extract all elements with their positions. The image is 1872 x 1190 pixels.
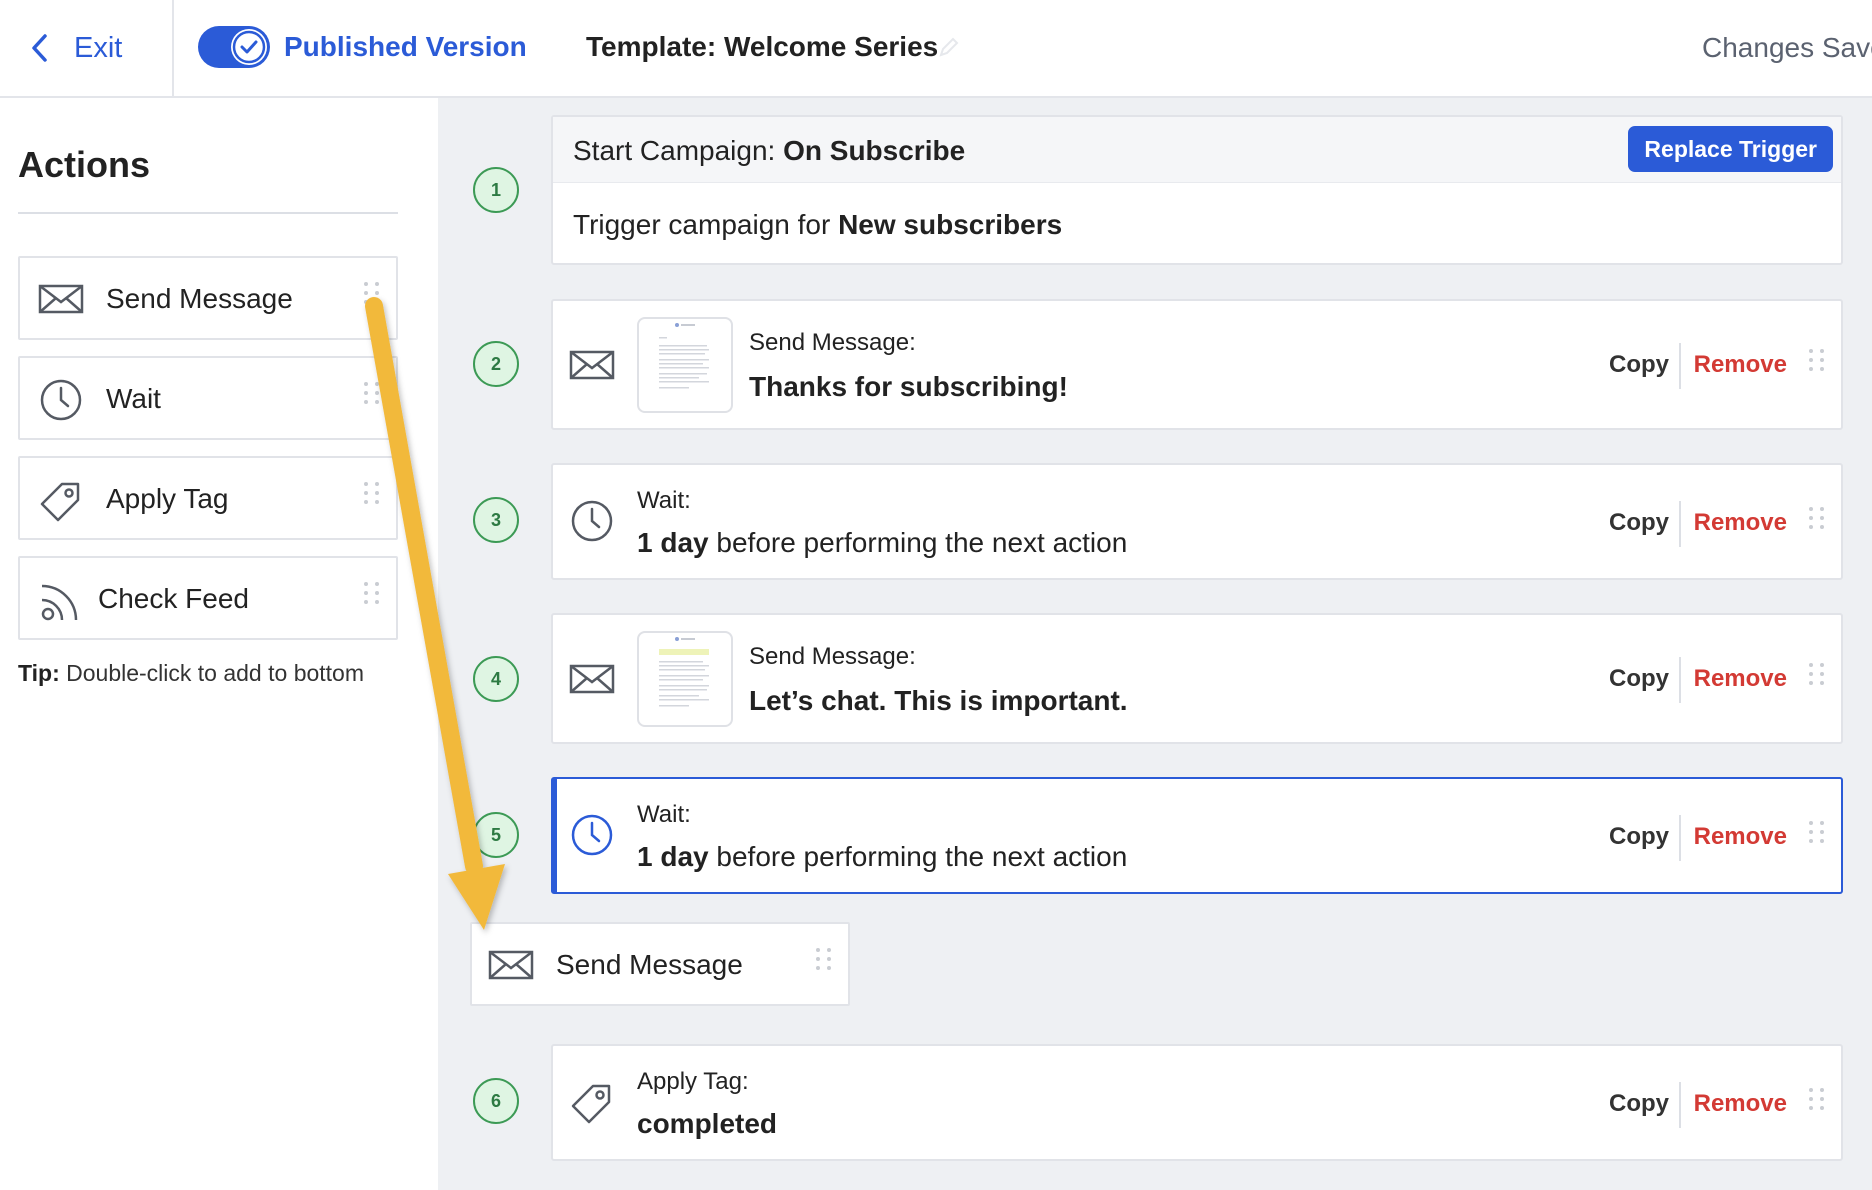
envelope-icon [569, 350, 615, 380]
divider [1679, 501, 1681, 547]
drag-handle-icon[interactable] [1809, 821, 1825, 843]
copy-button[interactable]: Copy [1609, 1090, 1669, 1118]
exit-label: Exit [74, 31, 123, 64]
step-type-label: Wait: [637, 487, 691, 514]
clock-icon [571, 814, 613, 856]
wait-duration: 1 day before performing the next action [637, 527, 1128, 558]
remove-button[interactable]: Remove [1694, 509, 1787, 537]
drag-handle-icon[interactable] [1809, 349, 1825, 371]
drag-handle-icon[interactable] [816, 948, 832, 970]
envelope-icon [569, 664, 615, 694]
remove-button[interactable]: Remove [1694, 1090, 1787, 1118]
copy-button[interactable]: Copy [1609, 823, 1669, 851]
divider [1679, 1082, 1681, 1128]
step-type-label: Wait: [637, 801, 691, 828]
divider [1679, 343, 1681, 389]
copy-button[interactable]: Copy [1609, 665, 1669, 693]
email-thumbnail[interactable] [637, 631, 733, 727]
remove-button[interactable]: Remove [1694, 823, 1787, 851]
tag-name: completed [637, 1108, 778, 1139]
drag-handle-icon[interactable] [1809, 1088, 1825, 1110]
remove-button[interactable]: Remove [1694, 665, 1787, 693]
chevron-left-icon [32, 34, 47, 62]
action-label: Wait [106, 383, 161, 414]
step-type-label: Apply Tag: [637, 1068, 749, 1095]
divider [1679, 657, 1681, 703]
step-number-badge: 1 [473, 167, 519, 213]
message-subject: Let’s chat. This is important. [749, 685, 1128, 716]
save-status: Changes Save [1702, 32, 1872, 63]
send-message-card[interactable]: Send Message: Let’s chat. This is import… [551, 613, 1843, 744]
drag-handle-icon[interactable] [1809, 663, 1825, 685]
action-check-feed[interactable]: Check Feed [18, 556, 398, 640]
step-type-label: Send Message: [749, 329, 916, 356]
rss-feed-icon [41, 584, 78, 621]
tip-text: Tip: Double-click to add to bottom [18, 660, 365, 686]
pencil-icon[interactable] [938, 36, 960, 58]
action-label: Send Message [106, 283, 293, 314]
template-title: Template: Welcome Series [586, 31, 939, 62]
step-type-label: Send Message: [749, 643, 916, 670]
drag-handle-icon[interactable] [364, 482, 380, 504]
check-icon [231, 29, 267, 65]
envelope-icon [488, 950, 534, 980]
step-number-badge: 2 [473, 341, 519, 387]
published-version-toggle-group: Published Version [198, 26, 527, 68]
drag-handle-icon[interactable] [364, 382, 380, 404]
divider [1679, 815, 1681, 861]
published-version-toggle[interactable] [198, 26, 270, 68]
exit-button[interactable]: Exit [0, 0, 174, 96]
actions-title: Actions [18, 144, 151, 185]
action-wait[interactable]: Wait [18, 356, 398, 440]
dragged-item-label: Send Message [556, 949, 743, 980]
trigger-card-header: Start Campaign: On Subscribe Replace Tri… [553, 117, 1841, 183]
replace-trigger-button[interactable]: Replace Trigger [1628, 126, 1833, 172]
copy-button[interactable]: Copy [1609, 509, 1669, 537]
action-send-message[interactable]: Send Message [18, 256, 398, 340]
send-message-card[interactable]: Send Message: Thanks for subscribing! Co… [551, 299, 1843, 430]
apply-tag-card[interactable]: Apply Tag: completed Copy Remove [551, 1044, 1843, 1161]
clock-icon [571, 500, 613, 542]
tag-icon [571, 1084, 611, 1124]
drag-handle-icon[interactable] [364, 282, 380, 304]
wait-card-selected[interactable]: Wait: 1 day before performing the next a… [551, 777, 1843, 894]
copy-button[interactable]: Copy [1609, 351, 1669, 379]
trigger-heading: Start Campaign: On Subscribe [573, 135, 966, 166]
step-number-badge: 4 [473, 656, 519, 702]
action-apply-tag[interactable]: Apply Tag [18, 456, 398, 540]
trigger-description: Trigger campaign for New subscribers [573, 209, 1063, 240]
email-thumbnail[interactable] [637, 317, 733, 413]
tag-icon [40, 482, 80, 522]
action-label: Check Feed [98, 583, 249, 614]
step-number-badge: 6 [473, 1078, 519, 1124]
action-label: Apply Tag [106, 483, 229, 514]
trigger-card[interactable]: Start Campaign: On Subscribe Replace Tri… [551, 115, 1843, 265]
drag-handle-icon[interactable] [1809, 507, 1825, 529]
step-number-badge: 3 [473, 497, 519, 543]
clock-icon [40, 379, 82, 421]
message-subject: Thanks for subscribing! [749, 371, 1068, 402]
actions-sidebar: Actions Send Message Wait Apply Tag Chec… [0, 98, 438, 1190]
actions-divider [18, 212, 398, 214]
wait-duration: 1 day before performing the next action [637, 841, 1128, 872]
wait-card[interactable]: Wait: 1 day before performing the next a… [551, 463, 1843, 580]
envelope-icon [38, 284, 84, 314]
top-bar: Exit Published Version Template: Welcome… [0, 0, 1872, 98]
drag-handle-icon[interactable] [364, 582, 380, 604]
published-version-label: Published Version [284, 31, 527, 62]
dragged-send-message-item[interactable]: Send Message [470, 922, 850, 1006]
step-number-badge: 5 [473, 812, 519, 858]
remove-button[interactable]: Remove [1694, 351, 1787, 379]
